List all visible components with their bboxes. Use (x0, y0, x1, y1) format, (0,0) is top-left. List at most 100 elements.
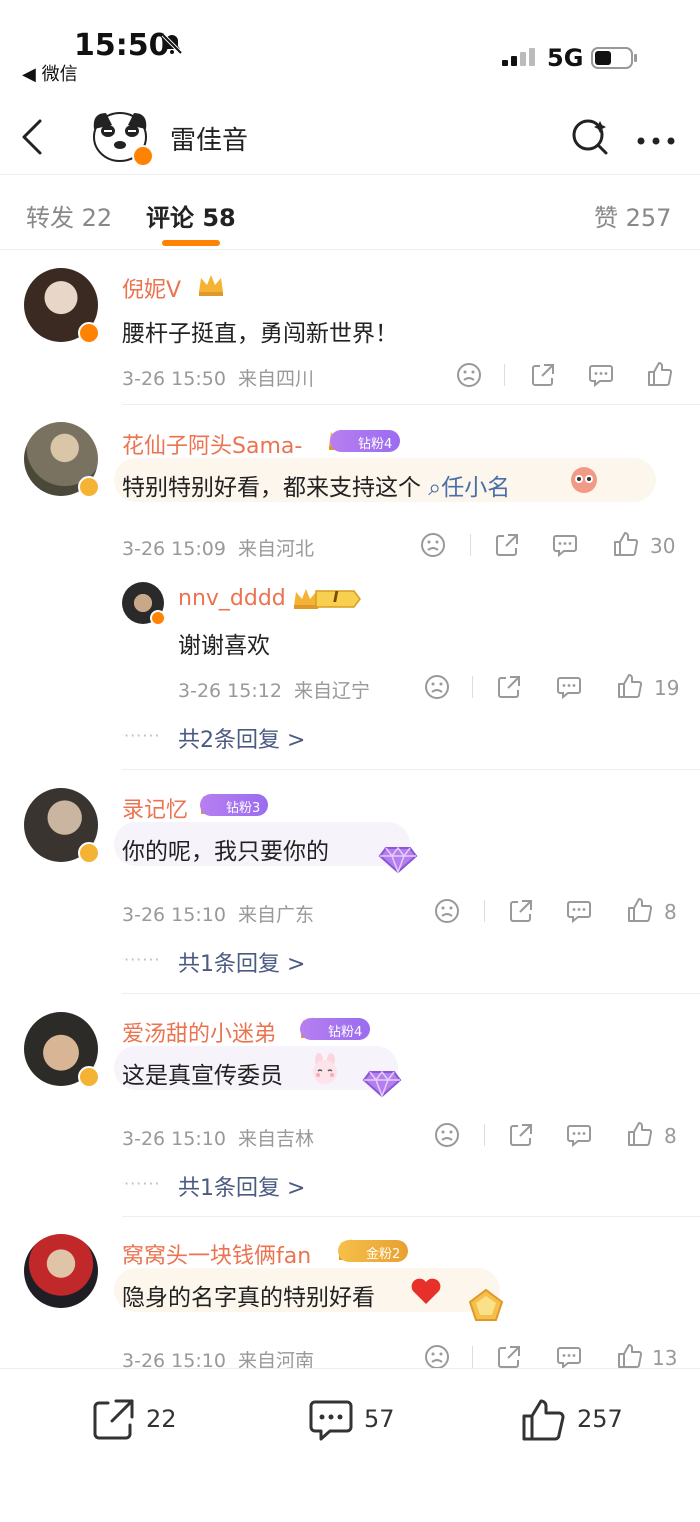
topic-link[interactable]: 任小名 (441, 475, 510, 501)
comment-time: 3-26 15:10 来自吉林 (122, 1128, 315, 1150)
comment-divider (122, 404, 700, 405)
dislike-icon[interactable] (434, 898, 460, 928)
author-avatar[interactable] (88, 103, 154, 167)
dots-icon: ······ (124, 950, 161, 969)
comment-button[interactable] (308, 1397, 354, 1447)
like-count: 13 (652, 1346, 678, 1370)
comment-text: 你的呢，我只要你的 (122, 839, 329, 865)
status-bar: 15:50 ◀ 微信 5G (0, 0, 700, 90)
divider (472, 676, 473, 698)
share-icon[interactable] (508, 1122, 534, 1152)
reply-time: 3-26 15:12 来自辽宁 (178, 680, 371, 702)
like-icon[interactable] (646, 360, 674, 392)
reply-level: I (333, 588, 339, 606)
like-count: 8 (664, 1124, 677, 1148)
crown-icon (196, 272, 226, 302)
dislike-icon[interactable] (434, 1122, 460, 1152)
repost-count: 22 (146, 1405, 177, 1433)
comment-author[interactable]: 窝窝头一块钱俩fan (122, 1238, 311, 1270)
dots-icon: ······ (124, 726, 161, 745)
tab-reposts[interactable]: 转发 22 (26, 198, 112, 233)
comment-text: 腰杆子挺直，勇闯新世界！ (122, 321, 398, 347)
dislike-icon[interactable] (424, 674, 450, 704)
reply-icon[interactable] (566, 1122, 592, 1152)
back-icon[interactable] (18, 117, 48, 161)
avatar[interactable] (24, 1234, 98, 1308)
battery-icon (591, 46, 639, 74)
verified-badge (132, 145, 154, 167)
bottom-action-bar: 22 57 257 (0, 1368, 700, 1522)
like-count: 30 (650, 534, 676, 558)
like-button[interactable] (520, 1397, 566, 1447)
comment-author[interactable]: 爱汤甜的小迷弟 (122, 1016, 276, 1048)
bell-mute-icon (160, 32, 184, 60)
divider (472, 1346, 473, 1368)
signal-icon (502, 44, 538, 72)
like-icon[interactable] (626, 1120, 654, 1152)
comment-time: 3-26 15:09 来自河北 (122, 538, 315, 560)
reply-author[interactable]: nnv_dddd (178, 586, 286, 611)
like-count-total: 257 (577, 1405, 623, 1433)
comment-time: 3-26 15:10 来自广东 (122, 904, 315, 926)
view-replies-link[interactable]: 共1条回复 > (178, 946, 305, 978)
fan-badge: 钻粉4 (330, 430, 401, 452)
divider (484, 1124, 485, 1146)
share-icon[interactable] (496, 674, 522, 704)
verified-badge (78, 842, 100, 864)
comment-text: 隐身的名字真的特别好看 (122, 1285, 375, 1311)
divider (504, 364, 505, 386)
comment-author[interactable]: 录记忆 (122, 792, 188, 824)
like-count: 8 (664, 900, 677, 924)
reply-icon[interactable] (552, 532, 578, 562)
view-replies-link[interactable]: 共1条回复 > (178, 1170, 305, 1202)
comment-divider (122, 769, 700, 770)
comment-author[interactable]: 花仙子阿头Sama- (122, 428, 302, 460)
comment-time: 3-26 15:50 来自四川 (122, 368, 315, 390)
header: 雷佳音 (0, 95, 700, 175)
level-badge (292, 586, 362, 616)
more-icon[interactable] (636, 131, 676, 150)
reply-text: 谢谢喜欢 (178, 633, 270, 659)
dislike-icon[interactable] (456, 362, 482, 392)
comment-text: 特别特别好看，都来支持这个 ⌕任小名 (122, 475, 511, 501)
verified-badge (78, 1066, 100, 1088)
back-to-wechat[interactable]: ◀ 微信 (22, 60, 78, 86)
reply-icon[interactable] (556, 674, 582, 704)
share-icon[interactable] (494, 532, 520, 562)
search-icon: ⌕ (421, 475, 442, 501)
comment-author[interactable]: 倪妮V (122, 272, 181, 304)
diamond-icon (362, 1062, 402, 1102)
like-count: 19 (654, 676, 680, 700)
heart-icon (410, 1276, 442, 1310)
repost-button[interactable] (90, 1397, 136, 1447)
verified-badge (78, 476, 100, 498)
reply-icon[interactable] (566, 898, 592, 928)
divider (484, 900, 485, 922)
bunny-emoji-icon (308, 1052, 342, 1090)
search-icon[interactable] (570, 117, 610, 161)
page-title: 雷佳音 (170, 126, 249, 156)
fan-badge: 金粉2 (338, 1240, 409, 1262)
fan-badge: 钻粉4 (300, 1018, 371, 1040)
like-icon[interactable] (626, 896, 654, 928)
view-replies-link[interactable]: 共2条回复 > (178, 722, 305, 754)
tab-likes[interactable]: 赞 257 (594, 198, 671, 233)
comment-count: 57 (364, 1405, 395, 1433)
verified-badge (150, 610, 166, 626)
reply-icon[interactable] (588, 362, 614, 392)
gold-gem-icon (466, 1288, 506, 1326)
fan-badge: 钻粉3 (200, 794, 269, 816)
share-icon[interactable] (530, 362, 556, 392)
network-type: 5G (547, 44, 584, 72)
tab-indicator (162, 240, 220, 246)
status-time: 15:50 (74, 28, 170, 63)
like-icon[interactable] (616, 672, 644, 704)
comment-text: 这是真宣传委员 (122, 1063, 283, 1089)
comment-divider (122, 1216, 700, 1217)
share-icon[interactable] (508, 898, 534, 928)
diamond-icon (378, 838, 418, 878)
tab-bar: 转发 22 评论 58 赞 257 (0, 176, 700, 250)
like-icon[interactable] (612, 530, 640, 562)
tab-comments[interactable]: 评论 58 (146, 198, 236, 233)
dislike-icon[interactable] (420, 532, 446, 562)
